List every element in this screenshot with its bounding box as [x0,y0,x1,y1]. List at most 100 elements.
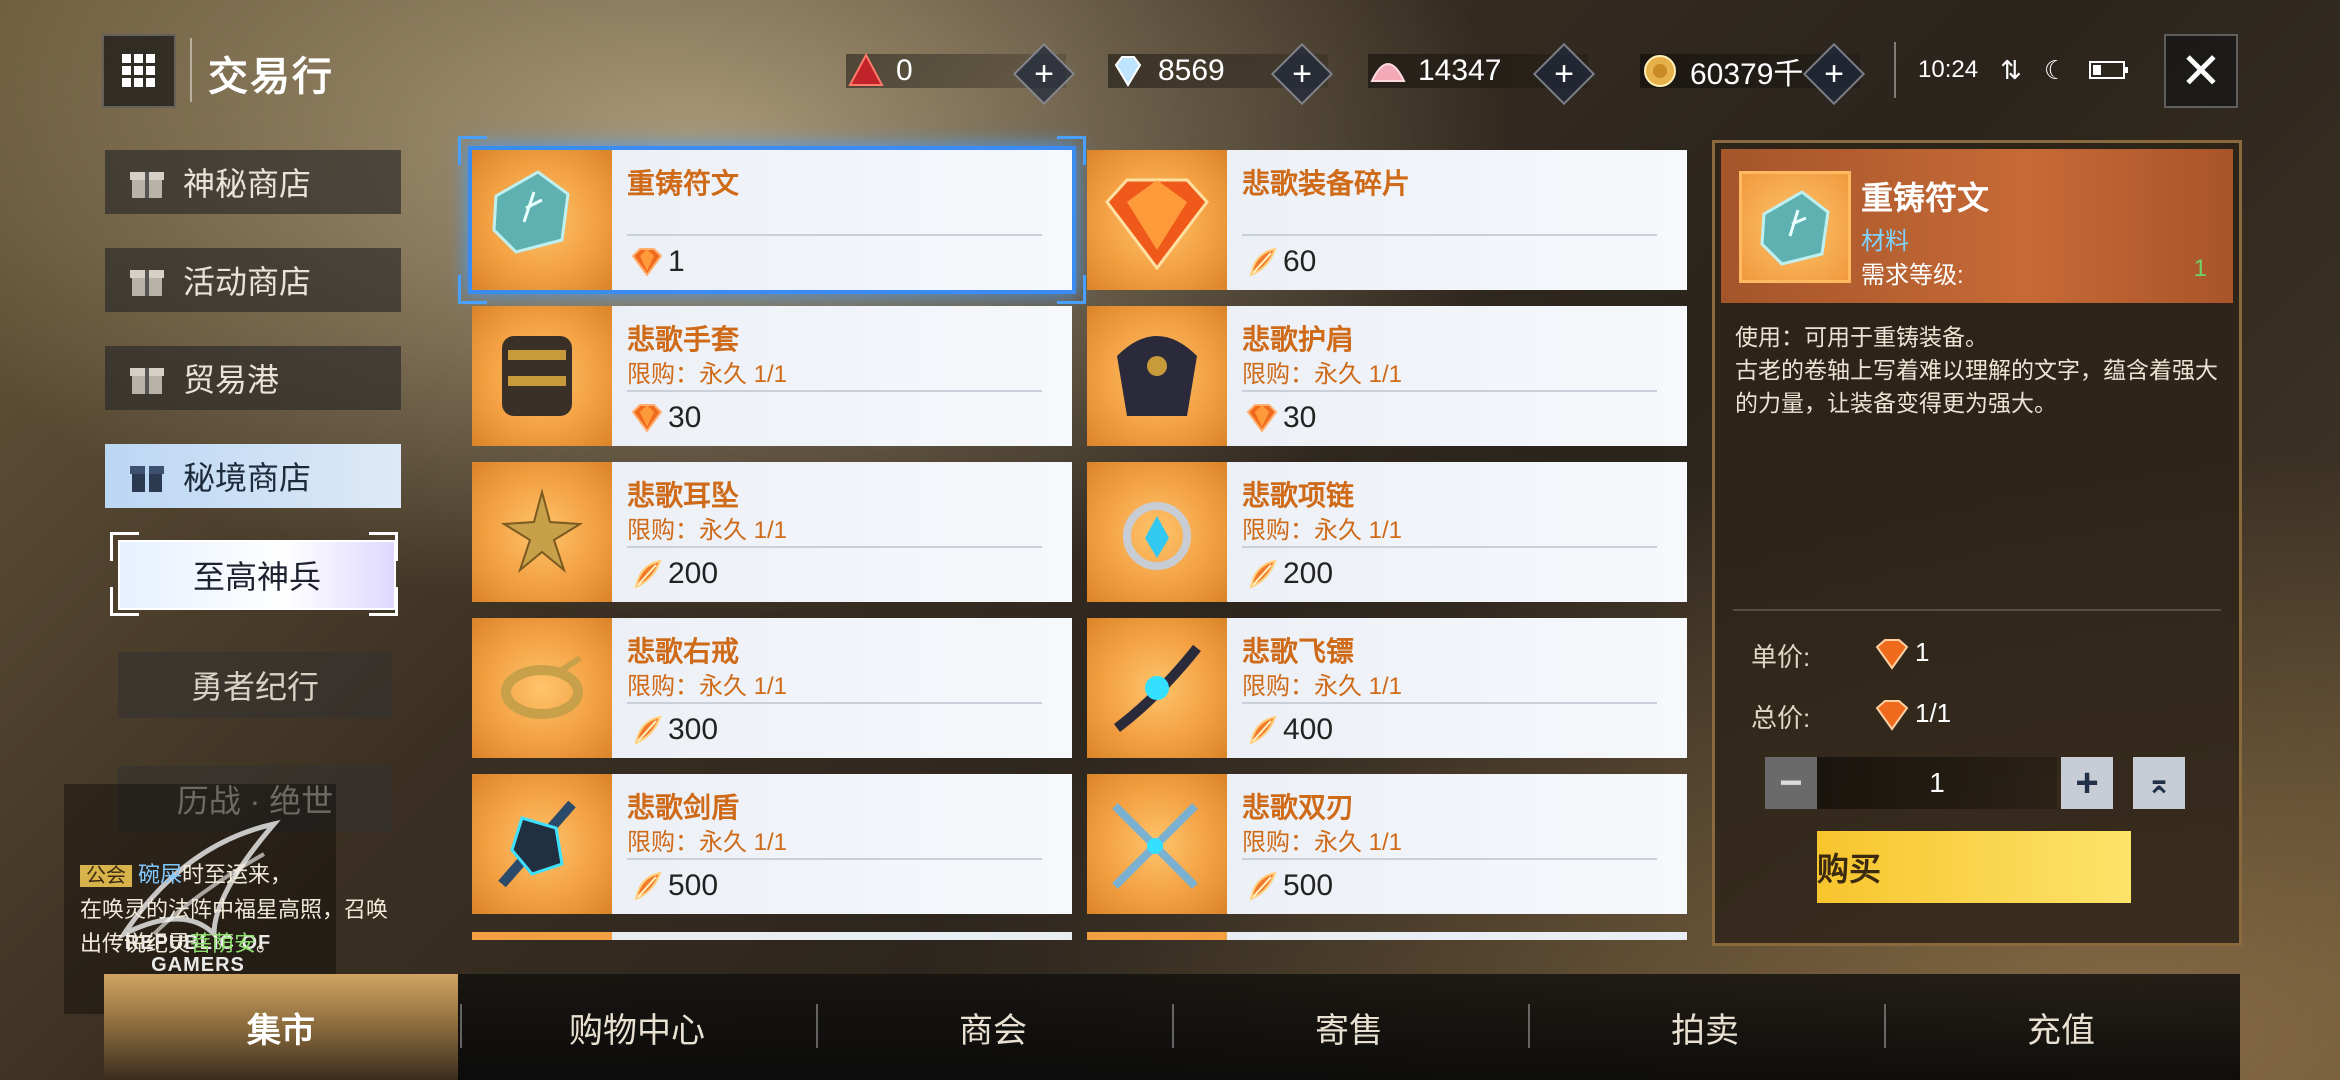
item-divider [627,234,1042,236]
item-price-value: 500 [1283,869,1334,902]
earring-icon [500,488,584,573]
subtab-hero-journey[interactable]: 勇者纪行 [118,652,392,718]
status-bar: 10:24 ⇅ ☾ [1894,40,2129,100]
bottom-tab-bar: 集市 购物中心 商会 寄售 拍卖 充值 [104,974,2240,1080]
buy-button[interactable]: 购买 [1817,831,2131,903]
red-gem-icon [1246,404,1278,433]
red-gem-icon [1875,639,1909,670]
quantity-value[interactable]: 1 [1817,757,2057,809]
item-image [472,306,612,446]
announcement-player: 碗屎 [138,862,183,887]
item-divider [627,702,1042,704]
add-shell-button[interactable]: + [1532,42,1596,106]
menu-grid-button[interactable] [102,34,176,108]
max-quantity-button[interactable]: ⌅ [2133,757,2185,809]
gift-icon [130,368,164,394]
sidebar-item-trade-port[interactable]: 贸易港 [105,346,401,410]
shop-item-card[interactable]: 悲歌护肩 限购：永久 1/1 30 [1087,306,1687,446]
announcement-text: 出传说纪灵 [80,931,191,956]
item-price: 200 [1245,554,1333,594]
detail-item-type: 材料 [1861,228,1909,255]
sidebar-item-label: 秘境商店 [183,460,312,496]
red-gem-icon [631,404,663,433]
shop-item-card[interactable]: 悲歌耳坠限购：永久 1/1 200 [472,462,1072,602]
sidebar-item-secret-shop[interactable]: 秘境商店 [105,444,401,508]
list-item-partial [1087,932,1687,940]
item-price: 1 [630,242,685,282]
item-divider [1242,702,1657,704]
item-divider [627,390,1042,392]
gold-coin-icon [1644,55,1676,87]
item-purchase-limit: 限购：永久 1/1 [627,517,788,544]
increase-quantity-button[interactable]: + [2061,757,2113,809]
item-divider [1242,546,1657,548]
item-name: 悲歌耳坠 [627,480,740,511]
tab-label: 集市 [247,1011,315,1050]
gift-icon [130,172,164,198]
shop-item-card[interactable]: 悲歌项链 限购：永久 1/1 200 [1087,462,1687,602]
announcement-text: 在唤灵的法阵中福星高照，召唤 [80,897,389,922]
item-purchase-limit: 限购：永久 1/1 [1242,829,1403,856]
unit-price-label: 单价: [1751,642,1811,672]
moon-icon: ☾ [2043,54,2068,85]
item-price: 200 [630,554,718,594]
tab-market[interactable]: 集市 [104,974,458,1080]
tab-consignment[interactable]: 寄售 [1172,974,1526,1080]
resource-shell: 14347 [1368,48,1588,94]
feather-icon [634,715,662,745]
add-red-crystal-button[interactable]: + [1012,42,1076,106]
item-name: 悲歌项链 [1242,480,1355,511]
item-name: 悲歌装备碎片 [1242,168,1411,199]
clock: 10:24 [1918,56,1979,83]
item-price-value: 500 [668,869,719,902]
item-name: 悲歌剑盾 [627,792,740,823]
tab-chamber[interactable]: 商会 [816,974,1170,1080]
shop-item-card[interactable]: 悲歌双刃 限购：永久 1/1 500 [1087,774,1687,914]
decrease-quantity-button[interactable]: − [1765,757,1817,809]
resource-value: 0 [896,54,913,87]
item-price: 30 [630,398,701,438]
sidebar-item-event-shop[interactable]: 活动商店 [105,248,401,312]
tab-label: 拍卖 [1671,1011,1739,1050]
add-gold-button[interactable]: + [1802,42,1866,106]
item-image [472,462,612,602]
item-price-value: 200 [668,557,719,590]
close-button[interactable]: ✕ [2164,34,2238,108]
shop-item-card[interactable]: 悲歌右戒 限购：永久 1/1 300 [472,618,1072,758]
item-price: 500 [630,866,718,906]
item-image [472,774,612,914]
list-item-partial [472,932,1072,940]
tab-auction[interactable]: 拍卖 [1528,974,1882,1080]
item-image [1087,150,1227,290]
diamond-icon [1114,56,1142,87]
tab-label: 充值 [2027,1011,2095,1050]
item-name: 重铸符文 [627,168,740,199]
shop-item-card[interactable]: 悲歌剑盾 限购：永久 1/1 500 [472,774,1072,914]
shop-item-card[interactable]: 悲歌手套 限购：永久 1/1 30 [472,306,1072,446]
resource-red-crystal: 0 [846,48,1066,94]
shop-item-card[interactable]: 悲歌装备碎片 60 [1087,150,1687,290]
tab-recharge[interactable]: 充值 [1884,974,2238,1080]
gift-icon [130,270,164,296]
shop-item-card[interactable]: 重铸符文 1 [458,136,1086,304]
announcement-text: 。 [256,931,279,956]
item-price: 60 [1245,242,1316,282]
item-price-value: 200 [1283,557,1334,590]
item-price: 300 [630,710,718,750]
item-name: 悲歌护肩 [1242,324,1355,355]
tab-label: 商会 [959,1011,1027,1050]
shop-item-card[interactable]: 悲歌飞镖 限购：永久 1/1 400 [1087,618,1687,758]
buy-label: 购买 [1817,851,1882,887]
sidebar-item-label: 神秘商店 [183,166,312,202]
add-diamond-button[interactable]: + [1270,42,1334,106]
sidebar-item-mystery-shop[interactable]: 神秘商店 [105,150,401,214]
tab-shopping-center[interactable]: 购物中心 [460,974,814,1080]
quantity-stepper: − 1 + ⌅ [1765,757,2185,809]
selection-corner [458,136,487,165]
resource-gold: 60379千 [1640,48,1860,94]
feather-icon [634,559,662,589]
selection-corner [1057,136,1086,165]
detail-header: 重铸符文 材料 需求等级: 1 [1721,149,2233,303]
network-icon: ⇅ [2000,54,2022,85]
item-divider [1242,234,1657,236]
